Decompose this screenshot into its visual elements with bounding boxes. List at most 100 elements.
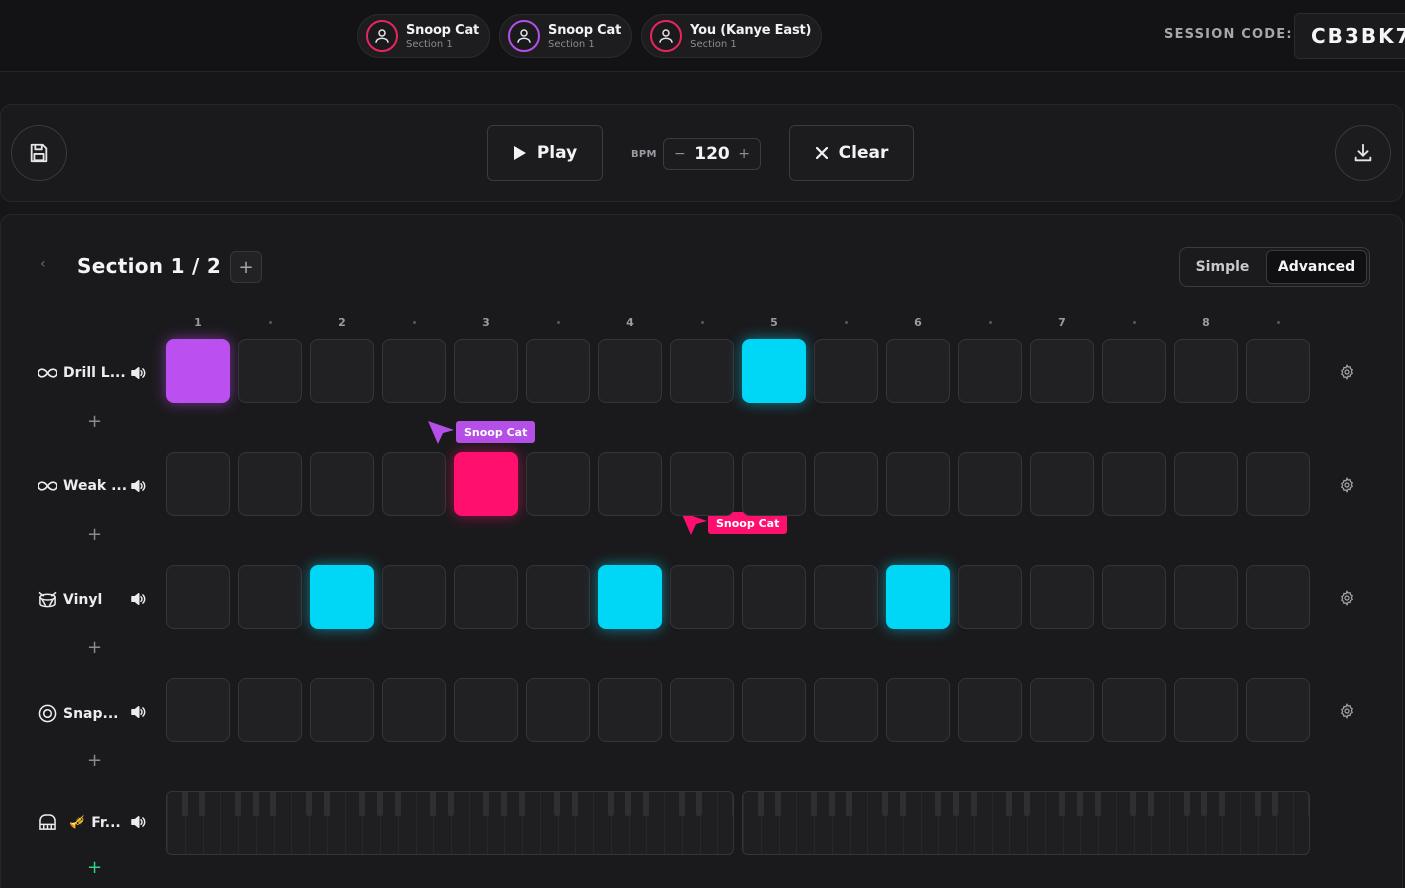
piano-black-key[interactable]	[952, 792, 959, 816]
step-cell[interactable]	[526, 565, 590, 629]
step-cell[interactable]	[742, 565, 806, 629]
piano-black-key[interactable]	[199, 792, 206, 816]
track-name[interactable]: Drill L...	[38, 365, 126, 381]
step-cell[interactable]	[382, 678, 446, 742]
session-code[interactable]: CB3BK7	[1294, 13, 1405, 59]
step-cell[interactable]	[670, 339, 734, 403]
piano-black-key[interactable]	[731, 792, 733, 816]
step-cell[interactable]	[886, 678, 950, 742]
piano-black-key[interactable]	[810, 792, 817, 816]
step-cell-active[interactable]	[166, 339, 230, 403]
step-cell[interactable]	[310, 339, 374, 403]
step-cell[interactable]	[886, 452, 950, 516]
piano-black-key[interactable]	[1148, 792, 1154, 816]
step-cell[interactable]	[958, 452, 1022, 516]
piano-black-key[interactable]	[323, 792, 330, 816]
piano-black-key[interactable]	[757, 792, 764, 816]
step-cell[interactable]	[1246, 452, 1310, 516]
collaborator-chip[interactable]: Snoop Cat Section 1	[499, 14, 633, 58]
piano-black-key[interactable]	[447, 792, 454, 816]
step-cell[interactable]	[382, 339, 446, 403]
piano-black-key[interactable]	[1059, 792, 1066, 816]
add-track-below-button[interactable]: +	[87, 857, 102, 878]
piano-black-key[interactable]	[899, 792, 906, 816]
step-cell[interactable]	[526, 678, 590, 742]
step-cell[interactable]	[670, 678, 734, 742]
volume-icon[interactable]	[129, 590, 147, 608]
clear-button[interactable]: Clear	[789, 125, 914, 181]
step-cell[interactable]	[238, 452, 302, 516]
step-cell[interactable]	[670, 565, 734, 629]
play-button[interactable]: Play	[487, 125, 603, 181]
step-cell[interactable]	[166, 452, 230, 516]
piano-black-key[interactable]	[1130, 792, 1137, 816]
piano-black-key[interactable]	[518, 792, 525, 816]
add-track-below-button[interactable]: +	[87, 637, 102, 658]
step-cell-active[interactable]	[886, 565, 950, 629]
piano-black-key[interactable]	[881, 792, 888, 816]
piano-black-key[interactable]	[270, 792, 277, 816]
step-cell[interactable]	[1174, 565, 1238, 629]
piano-black-key[interactable]	[483, 792, 490, 816]
piano-black-key[interactable]	[1023, 792, 1030, 816]
step-cell[interactable]	[526, 339, 590, 403]
piano-black-key[interactable]	[1307, 792, 1309, 816]
piano-black-key[interactable]	[181, 792, 188, 816]
step-cell[interactable]	[958, 678, 1022, 742]
step-cell[interactable]	[238, 565, 302, 629]
previous-section-button[interactable]: ‹	[40, 256, 46, 272]
step-cell[interactable]	[814, 452, 878, 516]
step-cell-active[interactable]	[742, 339, 806, 403]
volume-icon[interactable]	[129, 364, 147, 382]
piano-black-key[interactable]	[828, 792, 835, 816]
step-cell-active[interactable]	[454, 452, 518, 516]
step-cell[interactable]	[742, 678, 806, 742]
bpm-increase-button[interactable]: +	[738, 146, 750, 162]
step-cell[interactable]	[1246, 339, 1310, 403]
step-cell[interactable]	[814, 678, 878, 742]
piano-black-key[interactable]	[501, 792, 507, 816]
step-cell[interactable]	[238, 678, 302, 742]
step-cell[interactable]	[670, 452, 734, 516]
step-cell[interactable]	[454, 339, 518, 403]
step-cell[interactable]	[1102, 565, 1166, 629]
piano-black-key[interactable]	[1077, 792, 1083, 816]
piano-roll[interactable]	[742, 791, 1310, 855]
piano-black-key[interactable]	[1219, 792, 1225, 816]
piano-black-key[interactable]	[430, 792, 436, 816]
piano-black-key[interactable]	[1201, 792, 1208, 816]
step-cell[interactable]	[1102, 678, 1166, 742]
step-cell[interactable]	[598, 339, 662, 403]
volume-icon[interactable]	[129, 703, 147, 721]
step-cell[interactable]	[886, 339, 950, 403]
step-cell[interactable]	[1174, 339, 1238, 403]
gear-icon[interactable]	[1339, 364, 1357, 382]
piano-black-key[interactable]	[1094, 792, 1101, 816]
step-cell[interactable]	[310, 452, 374, 516]
piano-black-key[interactable]	[376, 792, 383, 816]
piano-black-key[interactable]	[554, 792, 561, 816]
save-button[interactable]	[11, 125, 67, 181]
step-cell[interactable]	[1030, 565, 1094, 629]
piano-black-key[interactable]	[696, 792, 703, 816]
step-cell-active[interactable]	[310, 565, 374, 629]
add-track-below-button[interactable]: +	[87, 750, 102, 771]
step-cell[interactable]	[454, 678, 518, 742]
mode-simple-button[interactable]: Simple	[1180, 248, 1265, 286]
bpm-decrease-button[interactable]: −	[674, 146, 686, 162]
step-cell[interactable]	[598, 452, 662, 516]
step-cell[interactable]	[1030, 678, 1094, 742]
piano-black-key[interactable]	[846, 792, 853, 816]
volume-icon[interactable]	[129, 477, 147, 495]
step-cell[interactable]	[814, 339, 878, 403]
volume-icon[interactable]	[129, 813, 147, 831]
bpm-value[interactable]: 120	[694, 144, 730, 164]
piano-black-key[interactable]	[643, 792, 649, 816]
collaborator-chip[interactable]: Snoop Cat Section 1	[357, 14, 491, 58]
piano-black-key[interactable]	[252, 792, 259, 816]
step-cell[interactable]	[454, 565, 518, 629]
gear-icon[interactable]	[1339, 477, 1357, 495]
add-track-below-button[interactable]: +	[87, 524, 102, 545]
track-name[interactable]: Snap...	[38, 704, 118, 723]
piano-black-key[interactable]	[234, 792, 241, 816]
